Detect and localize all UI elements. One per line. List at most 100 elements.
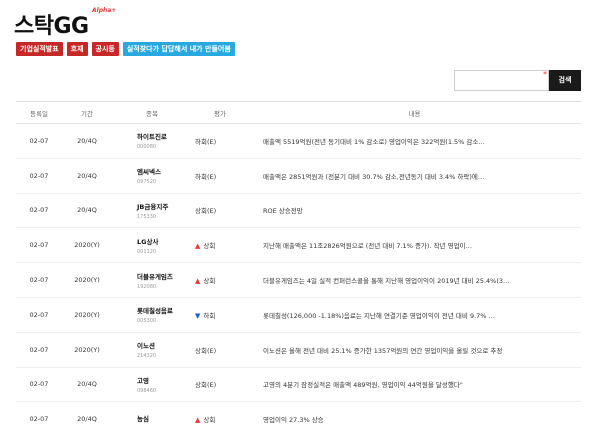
- stock-code: 001120: [137, 248, 157, 255]
- stock-name[interactable]: 하이트진로: [137, 131, 192, 141]
- row-eval: 하회(E): [192, 136, 248, 146]
- stock-name[interactable]: 고영: [137, 375, 192, 385]
- row-stock[interactable]: 롯데칠성음료 005300: [112, 305, 192, 324]
- eval-label: 상회(E): [195, 381, 217, 390]
- stock-name[interactable]: 더블유게임즈: [137, 271, 192, 281]
- eval-label: 하회: [203, 311, 216, 320]
- table-row[interactable]: 02-07 20/4Q JB금융지주 175330 상회(E) ROE 상승전망: [16, 194, 581, 229]
- stock-code: 175330: [137, 213, 157, 220]
- row-date: 02-07: [29, 345, 49, 354]
- table-row[interactable]: 02-07 20/4Q 엠씨넥스 097520 하회(E) 매출액은 2851억원과 (전…: [16, 159, 581, 194]
- table-row[interactable]: 02-07 2020(Y) 롯데칠성음료 005300 ▼ 하회 롯데칠성(126,000 …: [16, 298, 581, 333]
- row-stock[interactable]: 더블유게임즈 192080: [112, 271, 192, 290]
- table-header: 등록일 기간 종목 평가 내용: [16, 101, 581, 124]
- table-row[interactable]: 02-07 2020(Y) 이노션 214320 상회(E) 이노션은 올해 전년 대비 …: [16, 333, 581, 368]
- row-content[interactable]: 영업이익 27.3% 상승: [248, 414, 581, 424]
- row-content[interactable]: 매출액 5519억원(전년 동기대비 1% 감소로) 영업이익은 322억원(1…: [248, 136, 581, 146]
- row-content[interactable]: 지난해 매출액은 11조2826억원으로 (전년 대비 7.1% 증가). 작년…: [248, 240, 581, 250]
- row-stock[interactable]: 하이트진로 000080: [112, 131, 192, 150]
- row-period: 20/4Q: [77, 136, 97, 145]
- header-date[interactable]: 등록일: [16, 108, 62, 118]
- row-period: 20/4Q: [77, 206, 97, 215]
- search-button[interactable]: 검색: [549, 70, 581, 91]
- row-date: 02-07: [29, 276, 49, 285]
- stock-code: 000080: [137, 144, 157, 151]
- site-logo[interactable]: 스탁GG: [14, 8, 89, 40]
- row-stock[interactable]: LG상사 001120: [112, 236, 192, 255]
- triangle-up-icon: ▲: [195, 416, 201, 425]
- header-stock[interactable]: 종목: [112, 108, 192, 118]
- row-period: 2020(Y): [74, 276, 100, 285]
- tab-good-news[interactable]: 호재: [66, 42, 88, 56]
- stock-name[interactable]: 이노션: [137, 340, 192, 350]
- eval-label: 상회: [203, 277, 216, 286]
- triangle-up-icon: ▲: [195, 277, 201, 286]
- stock-name[interactable]: 농심: [137, 413, 192, 423]
- row-date: 02-07: [29, 171, 49, 180]
- row-eval: 하회(E): [192, 171, 248, 181]
- row-eval: 상회(E): [192, 379, 248, 389]
- row-stock[interactable]: 고영 098460: [112, 375, 192, 394]
- stock-code: 098460: [137, 387, 157, 394]
- row-content[interactable]: ROE 상승전망: [248, 205, 581, 215]
- row-content[interactable]: 매출액은 2851억원과 (전분기 대비 30.7% 감소,전년동기 대비 3.…: [248, 171, 581, 181]
- row-date: 02-07: [29, 415, 49, 424]
- stock-name[interactable]: JB금융지주: [137, 201, 192, 211]
- row-eval: ▲ 상회: [192, 275, 248, 285]
- eval-label: 상회: [203, 416, 216, 425]
- stock-code: 214320: [137, 353, 157, 360]
- table-row[interactable]: 02-07 20/4Q 고영 098460 상회(E) 고영의 4분기 잠정실적은 매출액…: [16, 368, 581, 403]
- table-row[interactable]: 02-07 20/4Q 하이트진로 000080 하회(E) 매출액 5519억원(전년 …: [16, 124, 581, 159]
- table-row[interactable]: 02-07 20/4Q 농심 ▲ 상회 영업이익 27.3% 상승: [16, 402, 581, 425]
- row-eval: ▲ 상회: [192, 240, 248, 250]
- eval-label: 하회(E): [195, 172, 217, 181]
- row-date: 02-07: [29, 136, 49, 145]
- row-date: 02-07: [29, 380, 49, 389]
- row-stock[interactable]: 이노션 214320: [112, 340, 192, 359]
- alpha-badge: Alpha+: [92, 7, 117, 14]
- triangle-up-icon: ▲: [195, 242, 201, 251]
- eval-label: 상회(E): [195, 346, 217, 355]
- row-content[interactable]: 이노션은 올해 전년 대비 25.1% 증가한 1357억원의 연간 영업이익을…: [248, 345, 581, 355]
- row-stock[interactable]: 엠씨넥스 097520: [112, 166, 192, 185]
- table-row[interactable]: 02-07 2020(Y) 더블유게임즈 192080 ▲ 상회 더블유게임즈는 4일 실적…: [16, 263, 581, 298]
- row-content[interactable]: 롯데칠성(126,000 -1.18%)음료는 지난해 연결기준 영업이익이 전…: [248, 310, 581, 320]
- row-eval: ▼ 하회: [192, 310, 248, 320]
- row-stock[interactable]: JB금융지주 175330: [112, 201, 192, 220]
- row-eval: 상회(E): [192, 205, 248, 215]
- earnings-table: 등록일 기간 종목 평가 내용 02-07 20/4Q 하이트진로 000080 하회(…: [16, 101, 581, 425]
- row-period: 2020(Y): [74, 310, 100, 319]
- row-period: 2020(Y): [74, 345, 100, 354]
- tab-about[interactable]: 실적찾다가 답답해서 내가 만들어봄: [122, 42, 235, 56]
- header-eval[interactable]: 평가: [192, 108, 248, 118]
- header-period[interactable]: 기간: [62, 108, 112, 118]
- row-date: 02-07: [29, 241, 49, 250]
- row-date: 02-07: [29, 206, 49, 215]
- tab-disclosures[interactable]: 공시등: [91, 42, 119, 56]
- row-content[interactable]: 고영의 4분기 잠정실적은 매출액 489억원, 영업이익 44억원을 달성했다…: [248, 379, 581, 389]
- stock-name[interactable]: 롯데칠성음료: [137, 305, 192, 315]
- stock-name[interactable]: LG상사: [137, 236, 192, 246]
- table-row[interactable]: 02-07 2020(Y) LG상사 001120 ▲ 상회 지난해 매출액은 11조282…: [16, 228, 581, 264]
- row-stock[interactable]: 농심: [112, 413, 192, 425]
- triangle-down-icon: ▼: [195, 311, 201, 320]
- table-body: 02-07 20/4Q 하이트진로 000080 하회(E) 매출액 5519억원(전년 …: [16, 124, 581, 425]
- row-date: 02-07: [29, 310, 49, 319]
- tab-earnings[interactable]: 기업실적발표: [16, 42, 63, 56]
- eval-label: 하회(E): [195, 137, 217, 146]
- search-input[interactable]: [454, 70, 549, 91]
- category-tabs: 기업실적발표 호재 공시등 실적찾다가 답답해서 내가 만들어봄: [16, 42, 235, 56]
- row-period: 20/4Q: [77, 380, 97, 389]
- row-period: 20/4Q: [77, 415, 97, 424]
- row-period: 20/4Q: [77, 171, 97, 180]
- eval-label: 상회(E): [195, 207, 217, 216]
- row-content[interactable]: 더블유게임즈는 4일 실적 컨퍼런스콜을 통해 지난해 영업이익이 2019년 …: [248, 275, 581, 285]
- stock-code: 005300: [137, 318, 157, 325]
- stock-name[interactable]: 엠씨넥스: [137, 166, 192, 176]
- row-eval: 상회(E): [192, 345, 248, 355]
- eval-label: 상회: [203, 242, 216, 251]
- row-period: 2020(Y): [74, 241, 100, 250]
- row-eval: ▲ 상회: [192, 414, 248, 424]
- stock-code: 192080: [137, 283, 157, 290]
- header-content[interactable]: 내용: [248, 108, 581, 118]
